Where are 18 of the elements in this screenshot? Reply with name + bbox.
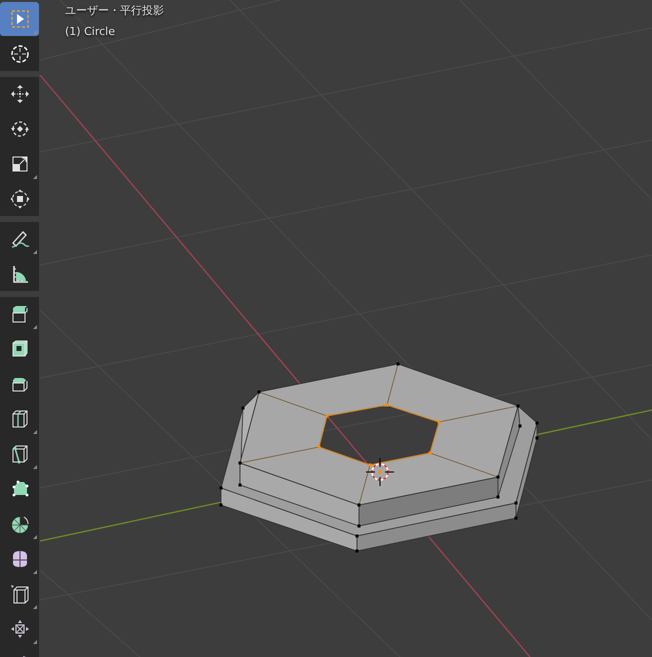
cube-icon (10, 584, 30, 604)
view-name: ユーザー・平行投影 (65, 3, 164, 18)
select-box-icon (10, 9, 30, 29)
rotate-arrows-icon (10, 119, 30, 139)
cube-icon (10, 409, 30, 429)
polygon-icon (10, 479, 30, 499)
arrows-cube-icon (10, 619, 30, 639)
crosshair-circle-icon (10, 44, 30, 64)
3d-cursor-icon (366, 458, 394, 486)
pie-icon (10, 514, 30, 534)
object-label: (1) Circle (65, 25, 116, 38)
cube-icon (10, 304, 30, 324)
scale-squares-icon (10, 154, 30, 174)
cube-icon (10, 339, 30, 359)
cube-icon (10, 444, 30, 464)
four-arrows-icon (10, 84, 30, 104)
transform-gizmo-icon (10, 189, 30, 209)
pencil-icon (10, 229, 30, 249)
